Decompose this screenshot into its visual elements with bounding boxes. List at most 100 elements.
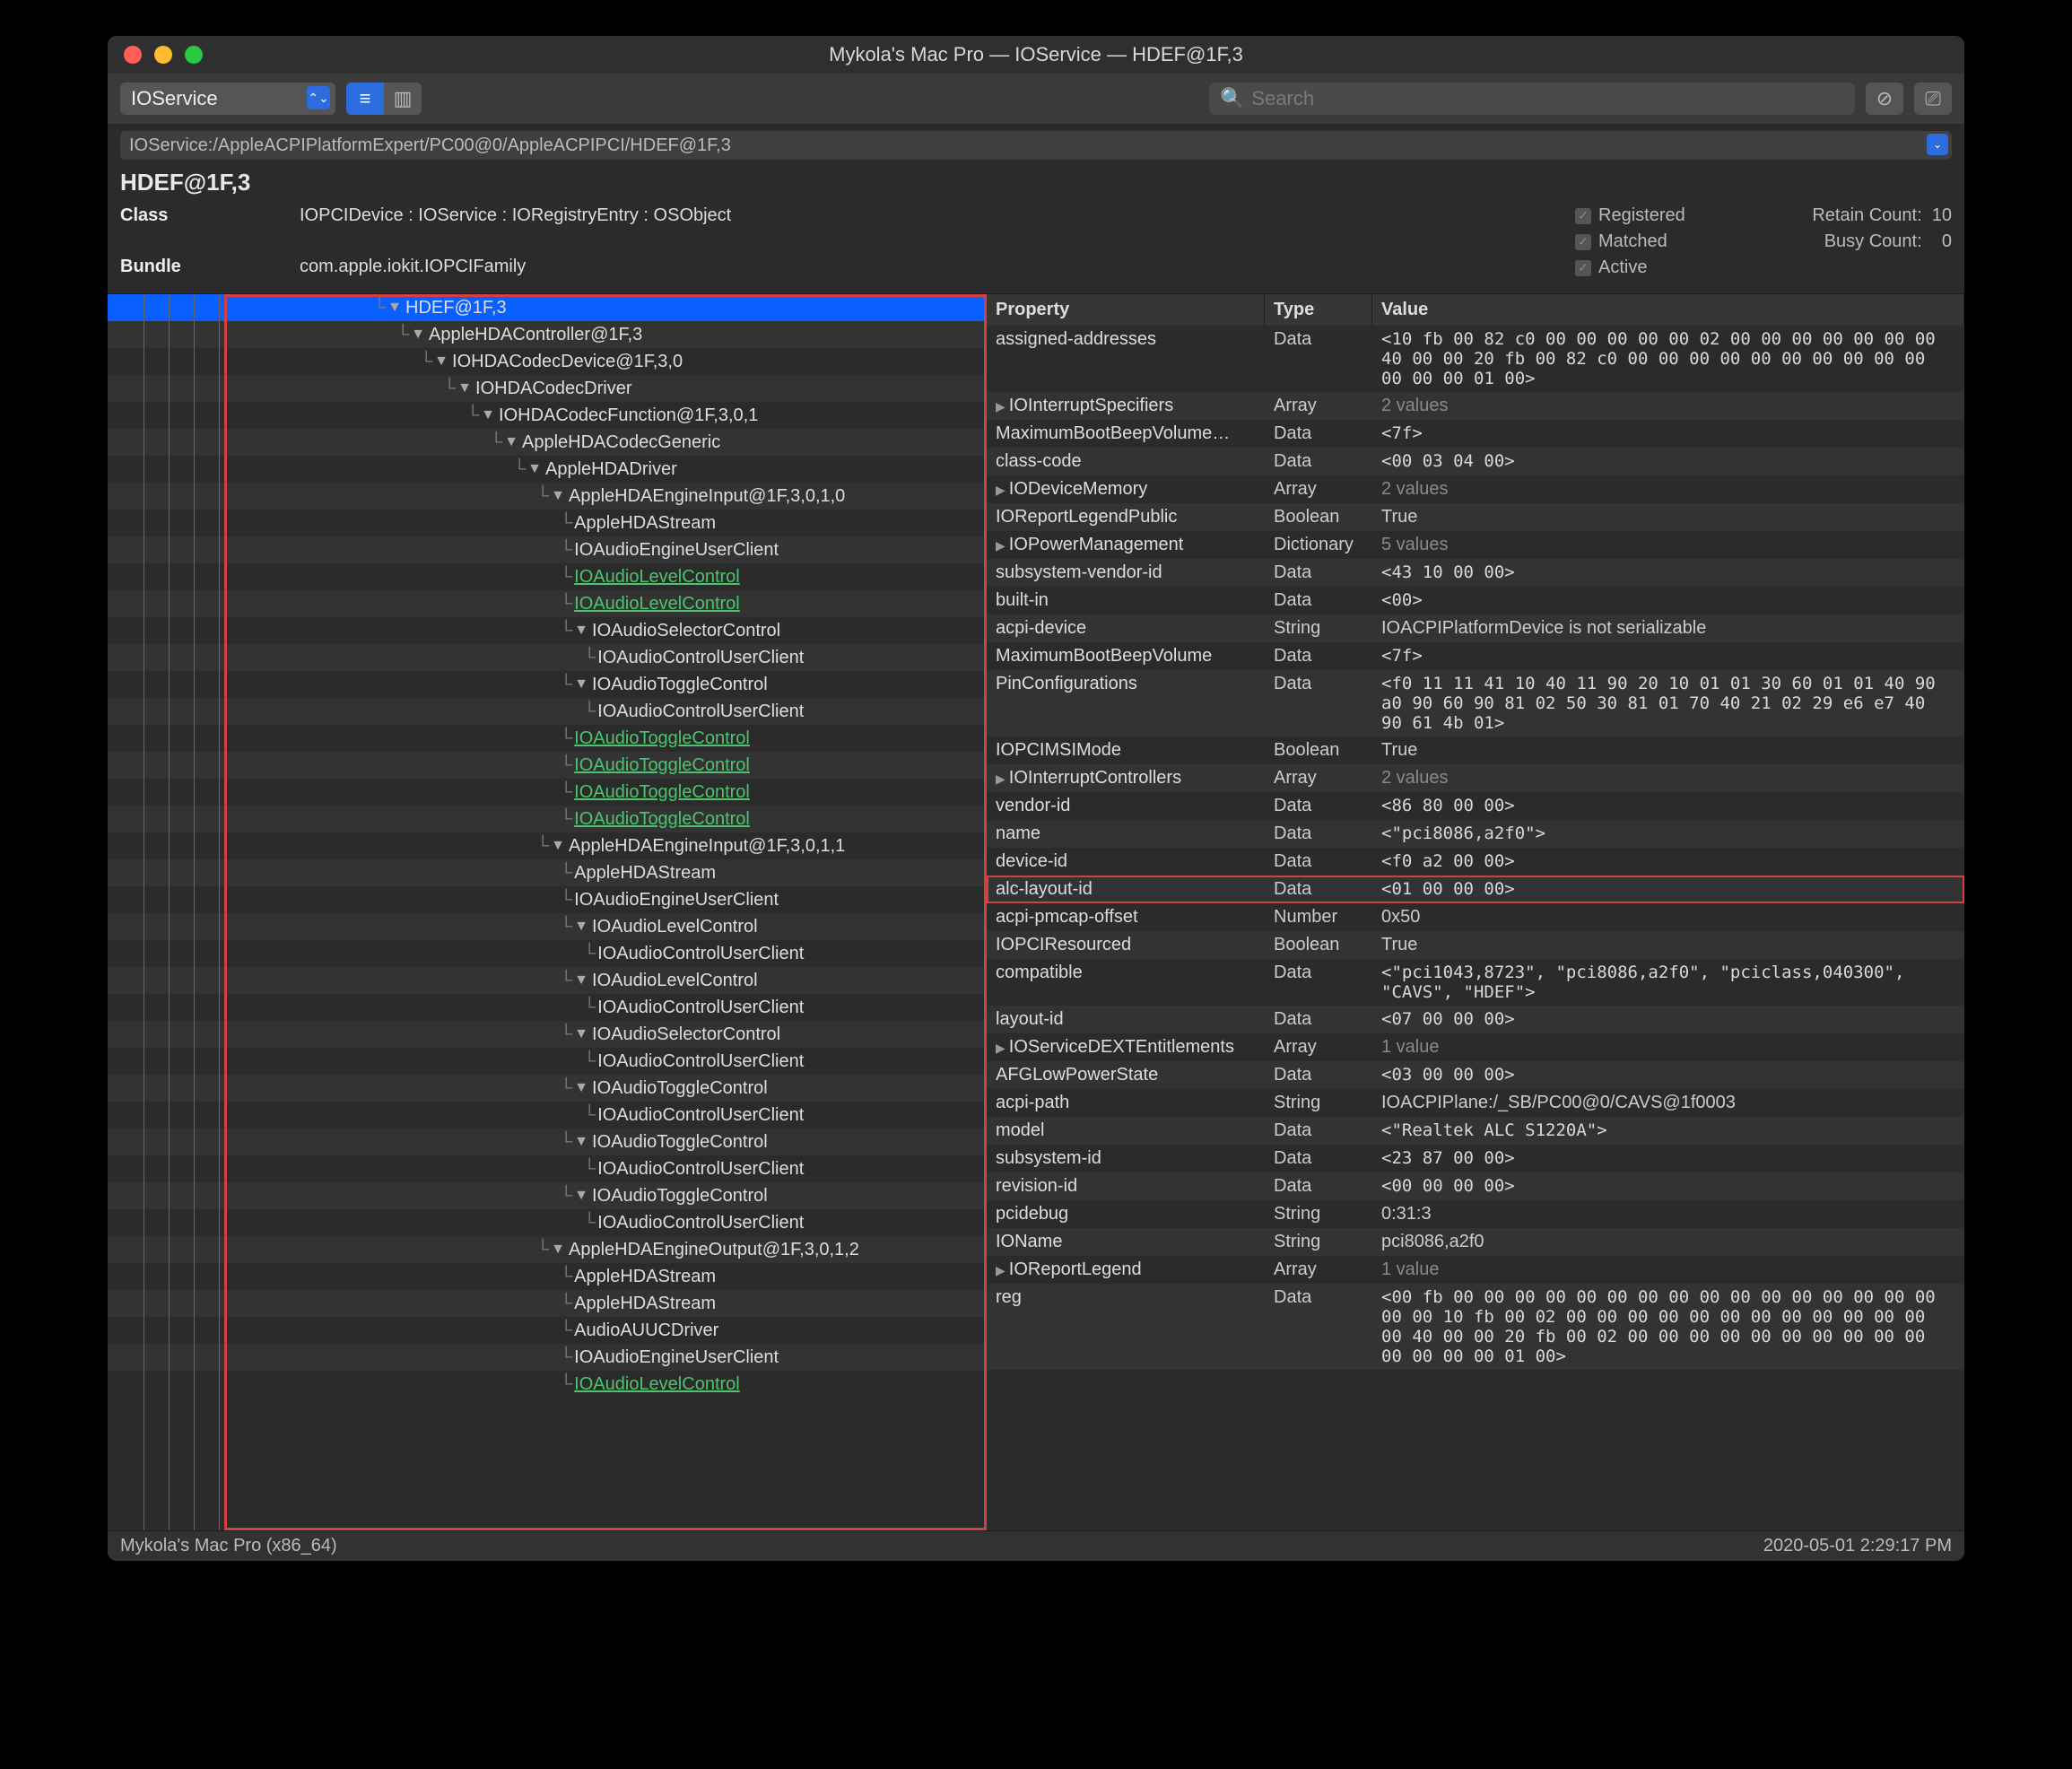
- property-row[interactable]: IOPCIResourcedBooleanTrue: [987, 931, 1964, 959]
- tree-row[interactable]: └IOAudioControlUserClient: [108, 1209, 987, 1236]
- tree-row[interactable]: └IOAudioLevelControl: [108, 1371, 987, 1398]
- property-row[interactable]: pcidebugString0:31:3: [987, 1200, 1964, 1228]
- tree-row[interactable]: └▼IOAudioToggleControl: [108, 671, 987, 698]
- tree-row[interactable]: └IOAudioToggleControl: [108, 752, 987, 779]
- tree-row[interactable]: └IOAudioControlUserClient: [108, 994, 987, 1021]
- tree-row[interactable]: └▼AppleHDAEngineOutput@1F,3,0,1,2: [108, 1236, 987, 1263]
- tree-row[interactable]: └▼AppleHDACodecGeneric: [108, 429, 987, 456]
- tree-row[interactable]: └IOAudioControlUserClient: [108, 940, 987, 967]
- col-property[interactable]: Property: [987, 294, 1265, 326]
- tree-row[interactable]: └IOAudioControlUserClient: [108, 1048, 987, 1075]
- disclosure-icon[interactable]: ▶: [996, 399, 1006, 414]
- property-row[interactable]: ▶IOServiceDEXTEntitlementsArray1 value: [987, 1033, 1964, 1061]
- tree-row[interactable]: └IOAudioToggleControl: [108, 806, 987, 832]
- property-row[interactable]: layout-idData<07 00 00 00>: [987, 1006, 1964, 1033]
- property-row[interactable]: MaximumBootBeepVolume…Data<7f>: [987, 420, 1964, 448]
- property-row[interactable]: modelData<"Realtek ALC S1220A">: [987, 1117, 1964, 1145]
- property-row[interactable]: acpi-deviceStringIOACPIPlatformDevice is…: [987, 614, 1964, 642]
- tree-row[interactable]: └IOAudioEngineUserClient: [108, 536, 987, 563]
- property-row[interactable]: compatibleData<"pci1043,8723", "pci8086,…: [987, 959, 1964, 1006]
- disclosure-icon[interactable]: ▼: [551, 1242, 565, 1258]
- tree-row[interactable]: └▼IOAudioSelectorControl: [108, 617, 987, 644]
- tree-row[interactable]: └▼IOAudioSelectorControl: [108, 1021, 987, 1048]
- property-row[interactable]: subsystem-idData<23 87 00 00>: [987, 1145, 1964, 1172]
- path-bar[interactable]: IOService:/AppleACPIPlatformExpert/PC00@…: [120, 131, 1952, 160]
- disclosure-icon[interactable]: ▼: [574, 623, 588, 639]
- disclosure-icon[interactable]: ▼: [574, 1134, 588, 1150]
- property-row[interactable]: IONameStringpci8086,a2f0: [987, 1228, 1964, 1256]
- property-row[interactable]: IOPCIMSIModeBooleanTrue: [987, 736, 1964, 764]
- property-row[interactable]: IOReportLegendPublicBooleanTrue: [987, 503, 1964, 531]
- property-row[interactable]: ▶IOInterruptControllersArray2 values: [987, 764, 1964, 792]
- property-row[interactable]: MaximumBootBeepVolumeData<7f>: [987, 642, 1964, 670]
- search-input[interactable]: 🔍 Search: [1209, 83, 1855, 115]
- tree-row[interactable]: └IOAudioEngineUserClient: [108, 1344, 987, 1371]
- disclosure-icon[interactable]: ▶: [996, 483, 1006, 497]
- plane-select[interactable]: IOService ⌃⌄: [120, 83, 335, 115]
- tree-row[interactable]: └▼IOHDACodecDriver: [108, 375, 987, 402]
- property-row[interactable]: ▶IODeviceMemoryArray2 values: [987, 475, 1964, 503]
- tree-row[interactable]: └AppleHDAStream: [108, 1263, 987, 1290]
- property-row[interactable]: regData<00 fb 00 00 00 00 00 00 00 00 00…: [987, 1284, 1964, 1370]
- tree-row[interactable]: └▼IOHDACodecDevice@1F,3,0: [108, 348, 987, 375]
- disclosure-icon[interactable]: ▶: [996, 538, 1006, 553]
- property-row[interactable]: alc-layout-idData<01 00 00 00>: [987, 876, 1964, 903]
- tree-row[interactable]: └IOAudioControlUserClient: [108, 1155, 987, 1182]
- tree-row[interactable]: └AudioAUUCDriver: [108, 1317, 987, 1344]
- property-row[interactable]: PinConfigurationsData<f0 11 11 41 10 40 …: [987, 670, 1964, 736]
- disclosure-icon[interactable]: ▶: [996, 1263, 1006, 1277]
- tree-row[interactable]: └IOAudioToggleControl: [108, 725, 987, 752]
- disclosure-icon[interactable]: ▼: [574, 1080, 588, 1096]
- property-row[interactable]: class-codeData<00 03 04 00>: [987, 448, 1964, 475]
- tree-pane[interactable]: └▼HDEF@1F,3└▼AppleHDAController@1F,3└▼IO…: [108, 294, 987, 1530]
- tree-row[interactable]: └IOAudioLevelControl: [108, 590, 987, 617]
- disclosure-icon[interactable]: ▼: [527, 461, 542, 477]
- tree-row[interactable]: └AppleHDAStream: [108, 1290, 987, 1317]
- tree-row[interactable]: └▼IOAudioLevelControl: [108, 913, 987, 940]
- property-row[interactable]: nameData<"pci8086,a2f0">: [987, 820, 1964, 848]
- tree-row[interactable]: └▼AppleHDAController@1F,3: [108, 321, 987, 348]
- tree-row[interactable]: └▼AppleHDADriver: [108, 456, 987, 483]
- tree-row[interactable]: └▼IOAudioLevelControl: [108, 967, 987, 994]
- property-row[interactable]: ▶IOReportLegendArray1 value: [987, 1256, 1964, 1284]
- tree-row[interactable]: └IOAudioControlUserClient: [108, 698, 987, 725]
- property-row[interactable]: AFGLowPowerStateData<03 00 00 00>: [987, 1061, 1964, 1089]
- tree-row[interactable]: └IOAudioControlUserClient: [108, 644, 987, 671]
- view-mode-segment[interactable]: ≡ ▥: [346, 83, 422, 115]
- tree-row[interactable]: └▼IOAudioToggleControl: [108, 1128, 987, 1155]
- property-row[interactable]: built-inData<00>: [987, 587, 1964, 614]
- tree-row[interactable]: └IOAudioToggleControl: [108, 779, 987, 806]
- tree-row[interactable]: └IOAudioLevelControl: [108, 563, 987, 590]
- tree-row[interactable]: └▼AppleHDAEngineInput@1F,3,0,1,1: [108, 832, 987, 859]
- list-view-icon[interactable]: ≡: [346, 83, 384, 115]
- toolbar-button-2[interactable]: ⎚: [1914, 83, 1952, 115]
- disclosure-icon[interactable]: ▼: [457, 380, 472, 396]
- property-row[interactable]: subsystem-vendor-idData<43 10 00 00>: [987, 559, 1964, 587]
- tree-row[interactable]: └▼IOAudioToggleControl: [108, 1182, 987, 1209]
- disclosure-icon[interactable]: ▼: [481, 407, 495, 423]
- column-view-icon[interactable]: ▥: [384, 83, 422, 115]
- property-row[interactable]: revision-idData<00 00 00 00>: [987, 1172, 1964, 1200]
- tree-row[interactable]: └IOAudioControlUserClient: [108, 1102, 987, 1128]
- col-type[interactable]: Type: [1265, 294, 1372, 326]
- disclosure-icon[interactable]: ▼: [551, 838, 565, 854]
- disclosure-icon[interactable]: ▼: [387, 300, 402, 316]
- tree-row[interactable]: └▼IOAudioToggleControl: [108, 1075, 987, 1102]
- property-row[interactable]: ▶IOPowerManagementDictionary5 values: [987, 531, 1964, 559]
- property-row[interactable]: vendor-idData<86 80 00 00>: [987, 792, 1964, 820]
- disclosure-icon[interactable]: ▼: [411, 327, 425, 343]
- toolbar-button-1[interactable]: ⊘: [1866, 83, 1903, 115]
- col-value[interactable]: Value: [1372, 294, 1964, 326]
- property-row[interactable]: ▶IOInterruptSpecifiersArray2 values: [987, 392, 1964, 420]
- property-row[interactable]: device-idData<f0 a2 00 00>: [987, 848, 1964, 876]
- disclosure-icon[interactable]: ▼: [574, 919, 588, 935]
- property-row[interactable]: acpi-pmcap-offsetNumber0x50: [987, 903, 1964, 931]
- disclosure-icon[interactable]: ▼: [551, 488, 565, 504]
- disclosure-icon[interactable]: ▼: [574, 1026, 588, 1042]
- property-table[interactable]: assigned-addressesData<10 fb 00 82 c0 00…: [987, 326, 1964, 1530]
- tree-row[interactable]: └AppleHDAStream: [108, 859, 987, 886]
- disclosure-icon[interactable]: ▼: [434, 353, 448, 370]
- disclosure-icon[interactable]: ▼: [504, 434, 518, 450]
- disclosure-icon[interactable]: ▼: [574, 676, 588, 693]
- tree-row[interactable]: └AppleHDAStream: [108, 510, 987, 536]
